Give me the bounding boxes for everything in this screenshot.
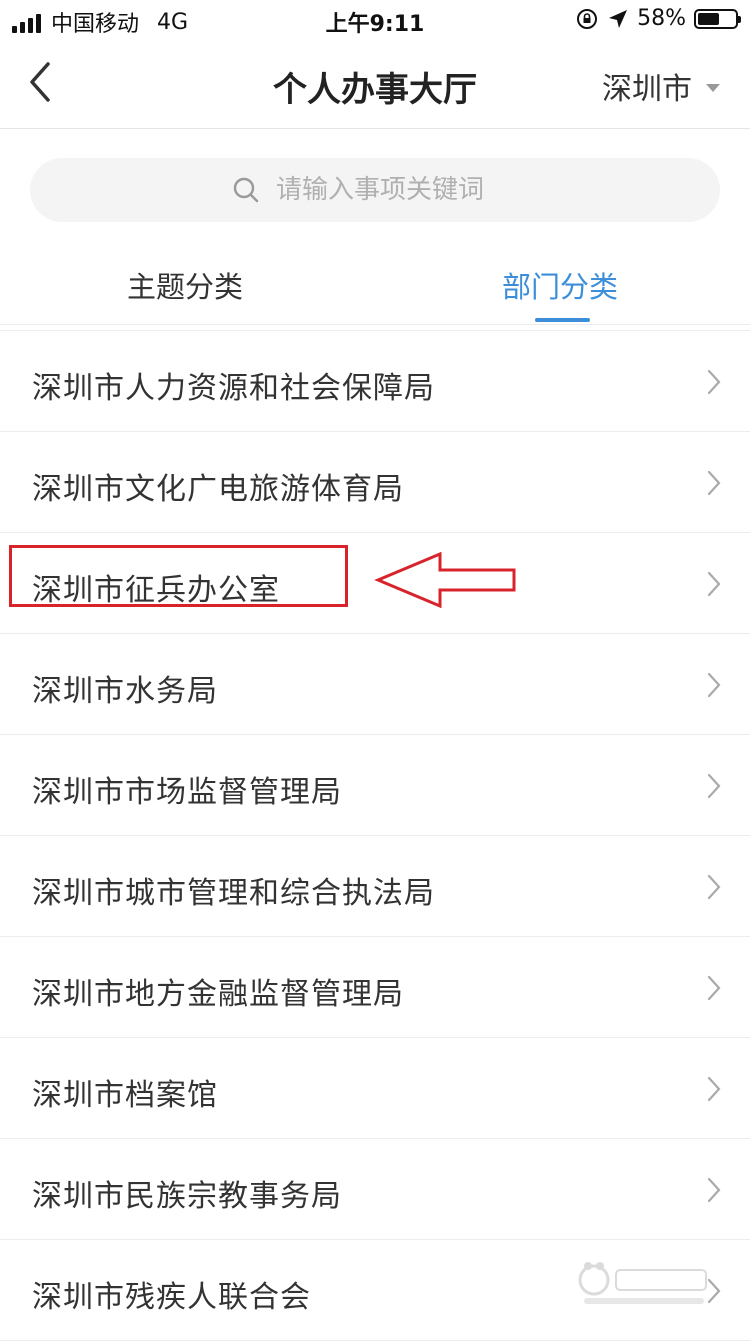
list-item[interactable]: 深圳市文化广电旅游体育局 <box>0 432 750 533</box>
list-item[interactable]: 深圳市档案馆 <box>0 1038 750 1139</box>
list-item-label: 深圳市人力资源和社会保障局 <box>32 371 435 406</box>
chevron-right-icon <box>707 1076 721 1102</box>
search-input[interactable] <box>274 174 518 206</box>
baidu-watermark-logo <box>578 1262 707 1304</box>
status-bar: 中国移动 4G 上午9:11 58% <box>0 0 750 40</box>
list-item[interactable]: 深圳市地方金融监督管理局 <box>0 937 750 1038</box>
list-item[interactable]: 深圳市城市管理和综合执法局 <box>0 836 750 937</box>
status-right: 58% <box>575 6 741 31</box>
list-item[interactable]: 深圳市市场监督管理局 <box>0 735 750 836</box>
list-item-label: 深圳市城市管理和综合执法局 <box>32 876 435 911</box>
nav-bar: 个人办事大厅 深圳市 <box>0 40 750 129</box>
battery-icon <box>694 8 741 29</box>
battery-fill <box>698 12 719 25</box>
department-list: 深圳市人力资源和社会保障局 深圳市文化广电旅游体育局 深圳市征兵办公室 深圳市水… <box>0 330 750 1341</box>
tab-department-category[interactable]: 部门分类 <box>502 264 618 306</box>
chevron-right-icon <box>707 470 721 496</box>
battery-percent: 58% <box>637 6 686 31</box>
search-bar[interactable] <box>30 158 720 222</box>
annotation-arrow-icon <box>374 551 516 609</box>
search-icon <box>233 177 259 203</box>
list-item-label: 深圳市水务局 <box>32 674 218 709</box>
category-tabs: 主题分类 部门分类 <box>0 238 750 325</box>
city-label: 深圳市 <box>602 72 692 107</box>
list-item-label: 深圳市地方金融监督管理局 <box>32 977 404 1012</box>
active-tab-indicator <box>535 318 590 322</box>
chevron-right-icon <box>707 773 721 799</box>
list-item-label: 深圳市民族宗教事务局 <box>32 1179 342 1214</box>
list-item-label: 深圳市市场监督管理局 <box>32 775 342 810</box>
list-item-label: 深圳市档案馆 <box>32 1078 218 1113</box>
chevron-right-icon <box>707 1177 721 1203</box>
rotation-lock-icon <box>577 8 598 29</box>
chevron-right-icon <box>707 369 721 395</box>
chevron-right-icon <box>707 672 721 698</box>
chevron-right-icon <box>707 975 721 1001</box>
list-item-label: 深圳市文化广电旅游体育局 <box>32 472 404 507</box>
list-item[interactable]: 深圳市人力资源和社会保障局 <box>0 330 750 432</box>
list-item[interactable]: 深圳市水务局 <box>0 634 750 735</box>
chevron-right-icon <box>707 571 721 597</box>
location-arrow-icon <box>609 9 628 28</box>
city-selector[interactable]: 深圳市 <box>602 64 720 108</box>
caret-down-icon <box>706 84 720 92</box>
chevron-right-icon <box>707 874 721 900</box>
tab-theme-category[interactable]: 主题分类 <box>127 264 243 306</box>
list-item[interactable]: 深圳市民族宗教事务局 <box>0 1139 750 1240</box>
list-item-label: 深圳市残疾人联合会 <box>32 1280 311 1315</box>
annotation-highlight-box <box>9 545 348 607</box>
